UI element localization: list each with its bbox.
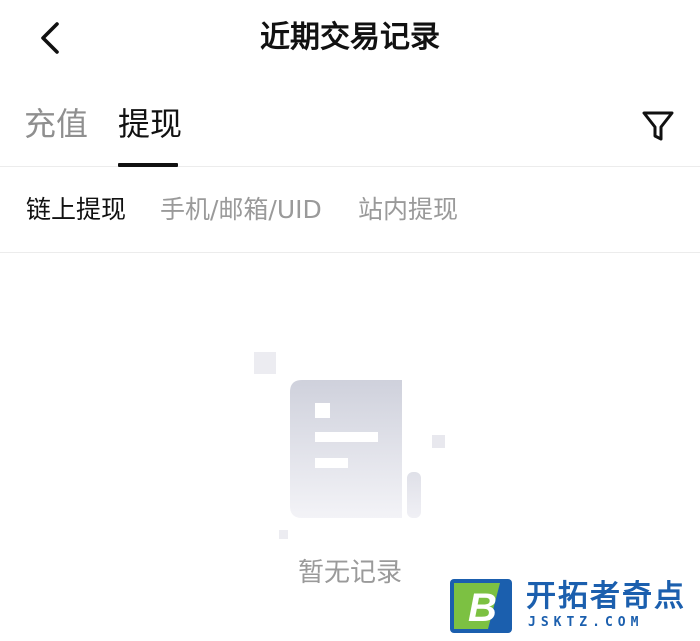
filter-button[interactable] — [636, 104, 680, 148]
sub-tab-bar: 链上提现 手机/邮箱/UID 站内提现 — [0, 167, 700, 253]
subtab-phone-email-uid[interactable]: 手机/邮箱/UID — [160, 193, 322, 227]
subtab-onchain-withdraw[interactable]: 链上提现 — [26, 193, 126, 227]
empty-state-illustration — [250, 348, 450, 548]
tab-withdraw[interactable]: 提现 — [118, 102, 182, 146]
header-bar: 近期交易记录 — [0, 0, 700, 76]
svg-text:B: B — [468, 586, 497, 630]
watermark-brand-name: 开拓者奇点 — [526, 579, 686, 614]
watermark: B 开拓者奇点 JSKTZ.COM — [448, 577, 690, 635]
subtab-internal-withdraw[interactable]: 站内提现 — [358, 193, 458, 227]
funnel-filter-icon — [642, 111, 674, 141]
page-title: 近期交易记录 — [260, 20, 440, 55]
brand-logo-icon: B — [450, 579, 512, 633]
empty-document-icon — [254, 352, 445, 539]
main-tab-bar: 充值 提现 — [0, 90, 700, 167]
watermark-url: JSKTZ.COM — [528, 615, 644, 630]
tab-deposit[interactable]: 充值 — [24, 102, 88, 146]
